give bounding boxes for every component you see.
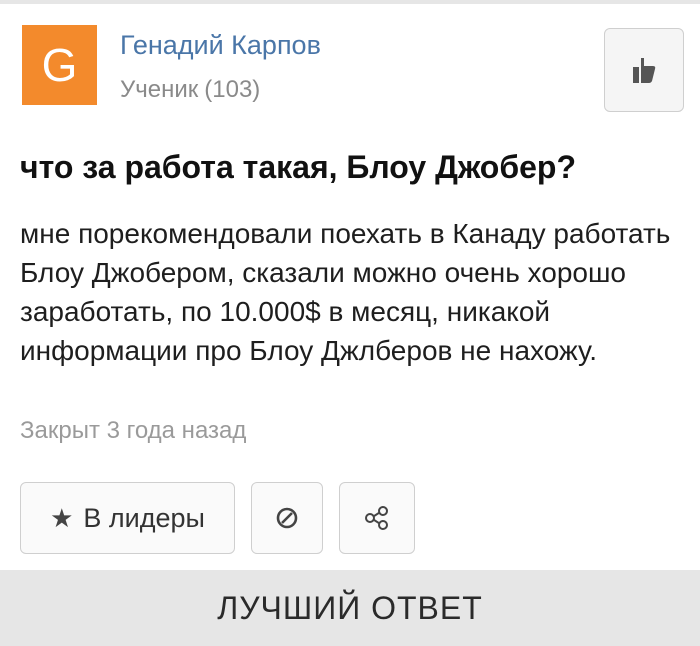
question-status: Закрыт 3 года назад bbox=[20, 417, 247, 444]
star-icon: ★ bbox=[50, 502, 74, 533]
block-icon bbox=[276, 507, 298, 529]
share-button[interactable] bbox=[339, 482, 415, 554]
best-answer-label: ЛУЧШИЙ ОТВЕТ bbox=[217, 589, 483, 626]
like-button[interactable] bbox=[604, 28, 684, 112]
author-rank: Ученик bbox=[120, 76, 199, 103]
author-name[interactable]: Генадий Карпов bbox=[120, 30, 321, 61]
top-divider bbox=[0, 0, 700, 4]
question-title: что за работа такая, Блоу Джобер? bbox=[20, 149, 576, 185]
question-body: мне порекомендовали поехать в Канаду раб… bbox=[20, 218, 671, 366]
add-to-leaders-button[interactable]: ★ В лидеры bbox=[20, 482, 235, 554]
share-icon bbox=[365, 506, 388, 530]
avatar-letter: G bbox=[41, 39, 78, 91]
author-meta: Ученик (103) bbox=[120, 76, 260, 104]
add-to-leaders-label: В лидеры bbox=[83, 502, 205, 533]
best-answer-header: ЛУЧШИЙ ОТВЕТ bbox=[0, 570, 700, 646]
author-points: (103) bbox=[204, 76, 261, 103]
report-button[interactable] bbox=[251, 482, 323, 554]
avatar[interactable]: G bbox=[22, 25, 97, 105]
thumbs-up-icon bbox=[633, 58, 656, 83]
